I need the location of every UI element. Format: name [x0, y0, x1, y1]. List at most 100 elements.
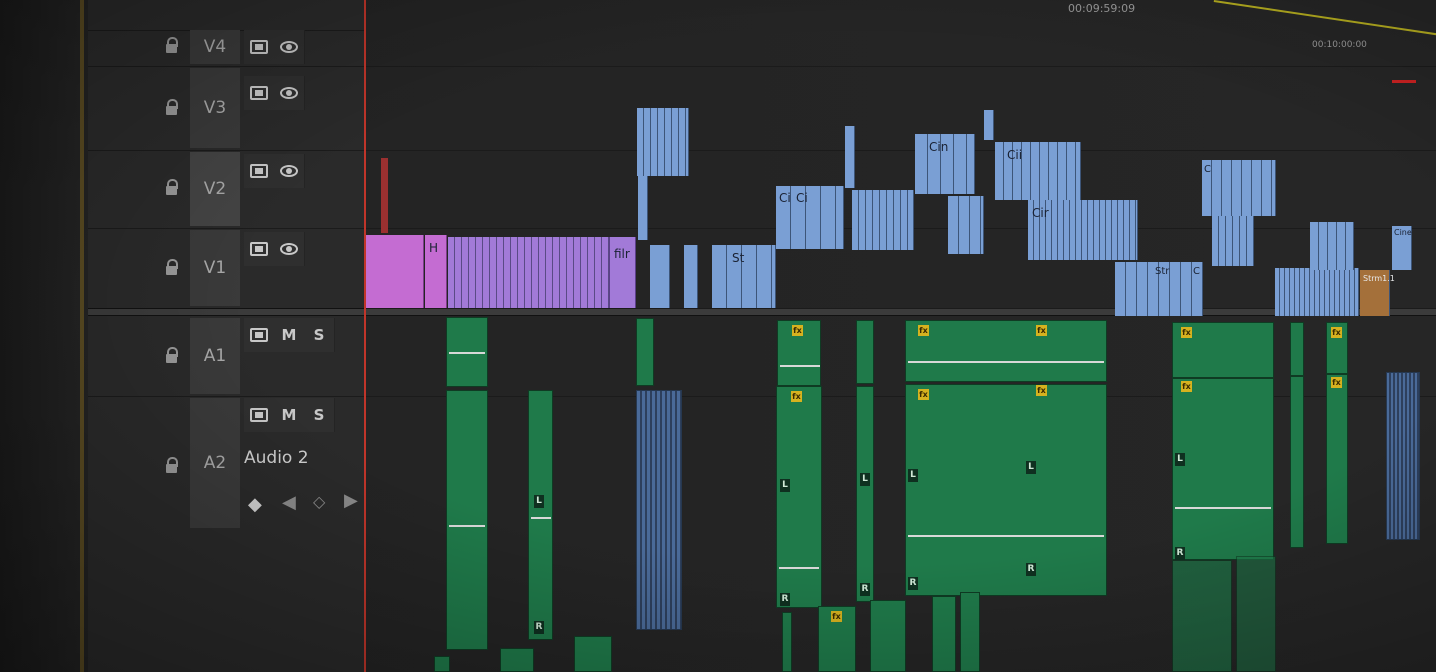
audio-clip[interactable] — [500, 648, 534, 672]
audio-clip[interactable] — [434, 656, 450, 672]
toggle-sync-lock-a1[interactable] — [244, 318, 275, 352]
audio-clip[interactable]: fx — [777, 320, 821, 386]
video-clip[interactable] — [448, 237, 610, 308]
audio-clip[interactable]: fx fx — [905, 320, 1107, 382]
video-clip[interactable] — [948, 196, 984, 254]
lock-icon[interactable] — [160, 454, 182, 476]
toggle-output-v1[interactable] — [274, 232, 305, 266]
video-clip[interactable]: Cir — [1028, 200, 1138, 260]
video-clip[interactable]: Cine — [1392, 226, 1412, 270]
fx-badge: fx — [831, 611, 842, 622]
video-audio-divider[interactable] — [88, 308, 1436, 316]
toggle-sync-lock-v3[interactable] — [244, 76, 275, 110]
lock-icon[interactable] — [160, 34, 182, 56]
audio-clip[interactable] — [960, 592, 980, 672]
audio-clip[interactable]: fx — [1326, 374, 1348, 544]
video-clip[interactable]: Cin — [915, 134, 975, 194]
video-clip[interactable]: Str C — [1115, 262, 1203, 316]
video-clip[interactable] — [637, 108, 689, 176]
audio-clip[interactable] — [636, 318, 654, 386]
volume-rubber-band[interactable] — [1175, 507, 1271, 509]
add-keyframe-icon[interactable]: ◆ — [248, 494, 262, 515]
playhead-marker[interactable] — [381, 158, 388, 233]
solo-button-a2[interactable]: S — [304, 398, 335, 432]
volume-rubber-band[interactable] — [908, 361, 1104, 363]
prev-keyframe-icon[interactable]: ◀ — [282, 492, 296, 513]
audio-clip[interactable] — [870, 600, 906, 672]
video-clip[interactable]: C — [1202, 160, 1276, 216]
audio-clip[interactable]: L R — [856, 386, 874, 602]
audio-clip[interactable]: fx L R — [1172, 378, 1274, 560]
audio-clip[interactable] — [636, 390, 682, 630]
track-name-a2[interactable]: A2 — [190, 398, 240, 528]
video-clip[interactable] — [852, 190, 914, 250]
audio-clip[interactable] — [1290, 322, 1304, 376]
track-name-a1[interactable]: A1 — [190, 318, 240, 394]
toggle-output-v2[interactable] — [274, 154, 305, 188]
audio-clip[interactable]: fx fx L L R R — [905, 384, 1107, 596]
video-clip[interactable]: Ci Ci — [776, 186, 844, 249]
keyframe-icon[interactable]: ◇ — [313, 492, 325, 511]
audio-clip[interactable] — [574, 636, 612, 672]
audio-clip[interactable] — [1236, 556, 1276, 672]
audio-clip[interactable] — [1386, 372, 1420, 540]
audio-clip[interactable]: L R — [528, 390, 553, 640]
video-clip[interactable]: Cii — [995, 142, 1081, 200]
toggle-sync-lock-v1[interactable] — [244, 232, 275, 266]
audio-clip[interactable]: fx — [1172, 322, 1274, 378]
solo-button-a1[interactable]: S — [304, 318, 335, 352]
video-clip[interactable] — [984, 110, 994, 140]
volume-rubber-band[interactable] — [531, 517, 551, 519]
audio-clip[interactable] — [782, 612, 792, 672]
video-clip[interactable] — [1310, 222, 1354, 270]
track-lane-v4[interactable] — [364, 30, 1436, 67]
playhead[interactable] — [364, 0, 366, 672]
next-keyframe-icon[interactable]: ▶ — [344, 490, 358, 511]
lock-icon[interactable] — [160, 176, 182, 198]
audio-clip[interactable]: fx L R — [776, 386, 822, 608]
audio-clip[interactable] — [856, 320, 874, 384]
mute-button-a2[interactable]: M — [274, 398, 305, 432]
mute-button-a1[interactable]: M — [274, 318, 305, 352]
video-clip[interactable]: St — [712, 245, 776, 308]
toggle-sync-lock-v2[interactable] — [244, 154, 275, 188]
video-clip[interactable] — [366, 235, 424, 308]
track-name-v4[interactable]: V4 — [190, 30, 240, 64]
audio-clip[interactable] — [446, 390, 488, 650]
audio-track-label[interactable]: Audio 2 — [244, 448, 309, 468]
audio-clip[interactable]: fx — [1326, 322, 1348, 374]
track-name-v1[interactable]: V1 — [190, 230, 240, 306]
toggle-output-v3[interactable] — [274, 76, 305, 110]
toggle-output-v4[interactable] — [274, 30, 305, 64]
audio-clip[interactable] — [1290, 376, 1304, 548]
left-channel-badge: L — [1175, 453, 1185, 466]
right-channel-badge: R — [534, 621, 544, 634]
video-clip[interactable] — [1212, 212, 1254, 266]
volume-rubber-band[interactable] — [908, 535, 1104, 537]
track-name-v3[interactable]: V3 — [190, 68, 240, 148]
video-clip[interactable]: Strm1.1 — [1360, 270, 1395, 316]
audio-clip[interactable] — [446, 317, 488, 387]
video-clip[interactable] — [1275, 268, 1359, 316]
volume-rubber-band[interactable] — [780, 365, 820, 367]
lock-icon[interactable] — [160, 96, 182, 118]
toggle-sync-lock-v4[interactable] — [244, 30, 275, 64]
video-clip[interactable] — [845, 126, 855, 188]
volume-rubber-band[interactable] — [449, 352, 485, 354]
track-lane-v3[interactable] — [364, 66, 1436, 151]
video-clip[interactable] — [684, 245, 698, 308]
track-lane-a1[interactable] — [364, 316, 1436, 397]
video-clip[interactable]: filr — [610, 237, 636, 308]
audio-clip[interactable] — [1172, 560, 1232, 672]
volume-rubber-band[interactable] — [779, 567, 819, 569]
lock-icon[interactable] — [160, 256, 182, 278]
video-clip[interactable] — [638, 176, 648, 240]
audio-clip[interactable]: fx — [818, 606, 856, 672]
toggle-sync-lock-a2[interactable] — [244, 398, 275, 432]
volume-rubber-band[interactable] — [449, 525, 485, 527]
track-name-v2[interactable]: V2 — [190, 152, 240, 226]
video-clip[interactable]: H — [425, 235, 447, 308]
audio-clip[interactable] — [932, 596, 956, 672]
lock-icon[interactable] — [160, 344, 182, 366]
video-clip[interactable] — [650, 245, 670, 308]
